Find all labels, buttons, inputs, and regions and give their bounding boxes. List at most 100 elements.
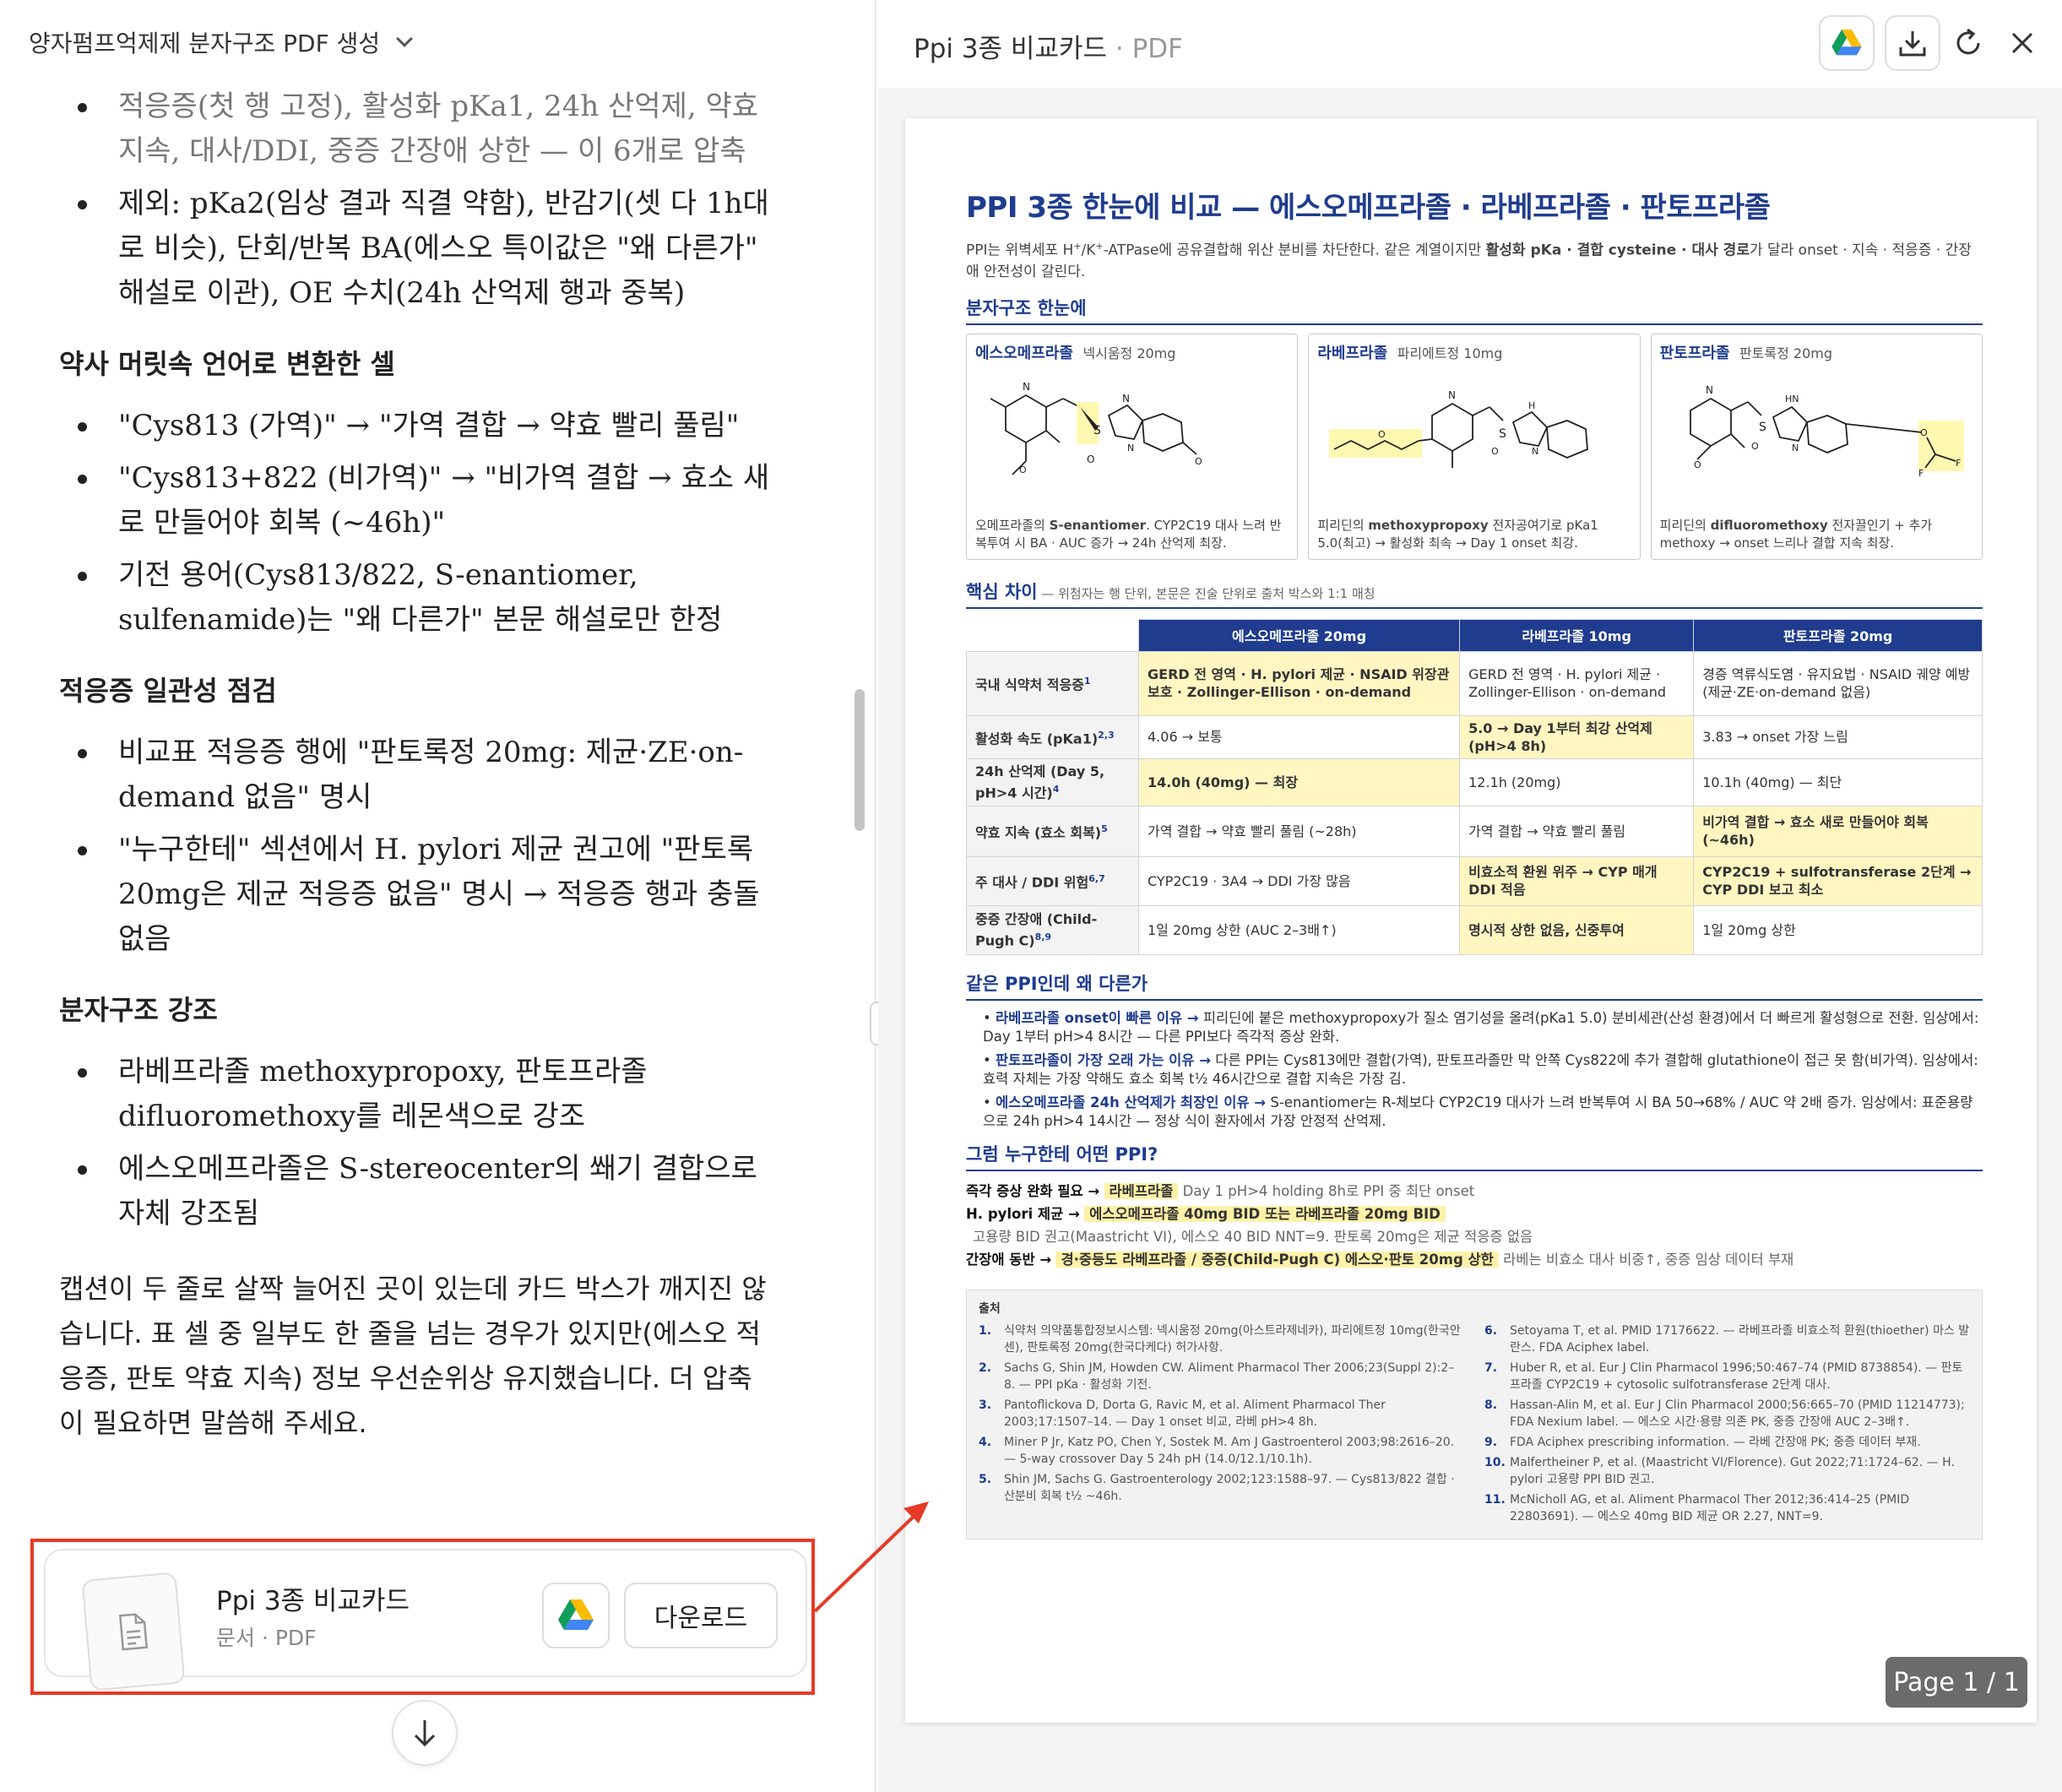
molecule-header: 에스오메프라졸 넥시움정 20mg	[975, 341, 1289, 363]
reference-text: Setoyama T, et al. PMID 17176622. — 라베프라…	[1510, 1323, 1970, 1355]
lead-text: -ATPase에 공유결합해 위산 분비를 차단한다. 같은 계열이지만	[1103, 242, 1486, 259]
reference-item: 9. FDA Aciphex prescribing information. —…	[1484, 1435, 1921, 1449]
molecule-card: 에스오메프라졸 넥시움정 20mg S O N N N O O 오메프라졸의 S…	[966, 333, 1299, 560]
table-cell: 명시적 상한 없음, 신중투여	[1459, 904, 1695, 955]
caption-bold: difluoromethoxy	[1710, 517, 1828, 533]
table-cell: 1일 20mg 상한 (AUC 2–3배↑)	[1137, 904, 1461, 955]
molecule-header: 라베프라졸 파리에트정 10mg	[1317, 341, 1631, 363]
download-button[interactable]: 다운로드	[624, 1583, 778, 1648]
citation-sup: 4	[1052, 783, 1060, 795]
table-header: 라베프라졸 10mg	[1459, 618, 1695, 652]
table-cell: GERD 전 영역 · H. pylori 제균 · NSAID 위장관 보호 …	[1137, 650, 1461, 716]
svg-text:O: O	[1019, 464, 1027, 475]
table-row: 국내 식약처 적응증1 GERD 전 영역 · H. pylori 제균 · N…	[966, 650, 1983, 716]
table-cell: 비효소적 환원 위주 → CYP 매개 DDI 적음	[1459, 855, 1695, 906]
viewer-title-text: Ppi 3종 비교카드	[914, 34, 1108, 64]
pdf-content: PPI 3종 한눈에 비교 — 에스오메프라졸 · 라베프라졸 · 판토프라졸 …	[966, 184, 1983, 1539]
list-item: "Cys813 (가역)" → "가역 결합 → 약효 빨리 풀림"	[59, 404, 777, 448]
save-to-drive-button[interactable]	[542, 1583, 610, 1648]
table-header: 에스오메프라졸 20mg	[1137, 618, 1461, 652]
document-thumbnail[interactable]	[81, 1572, 186, 1692]
who-list: 즉각 증상 완화 필요 → 라베프라졸 Day 1 pH>4 holding 8…	[966, 1180, 1983, 1271]
reference-item: 5. Shin JM, Sachs G. Gastroenterology 200…	[979, 1471, 1464, 1505]
molecule-caption: 오메프라졸의 S-enantiomer. CYP2C19 대사 느려 반복투여 …	[975, 517, 1289, 552]
who-pick: 경·중등도 라베프라졸 / 중증(Child-Pugh C) 에스오·판토 20…	[1055, 1251, 1499, 1268]
caption-text: 오메프라졸의	[975, 517, 1050, 533]
reference-text: Hassan-Alin M, et al. Eur J Clin Pharmac…	[1510, 1398, 1965, 1429]
list-item: 라베프라졸 methoxypropoxy, 판토프라졸 difluorometh…	[59, 1050, 777, 1139]
lead-bold: 활성화 pKa · 결합 cysteine · 대사 경로	[1485, 242, 1750, 259]
table-cell: 경증 역류식도염 · 유지요법 · NSAID 궤양 예방 (제균·ZE·on-…	[1693, 650, 1983, 716]
svg-text:O: O	[1694, 459, 1701, 470]
reload-button[interactable]	[1940, 15, 1996, 71]
viewer-drive-button[interactable]	[1819, 15, 1875, 71]
molecule-structure: S O N H N O	[1329, 389, 1589, 468]
row-label-text: 주 대사 / DDI 위험	[975, 874, 1089, 891]
reference-item: 1. 식약처 의약품통합정보시스템: 넥시움정 20mg(아스트라제네카), 파리…	[979, 1322, 1464, 1356]
pdf-page: PPI 3종 한눈에 비교 — 에스오메프라졸 · 라베프라졸 · 판토프라졸 …	[905, 118, 2037, 1723]
svg-text:O: O	[1751, 441, 1759, 452]
table-cell: 10.1h (40mg) — 최단	[1693, 758, 1983, 806]
bullet-list: 적응증(첫 행 고정), 활성화 pKa1, 24h 산억제, 약효 지속, 대…	[59, 84, 777, 316]
svg-text:O: O	[1920, 427, 1928, 438]
table-cell: CYP2C19 · 3A4 → DDI 가장 많음	[1137, 855, 1461, 906]
molecule-product: 넥시움정 20mg	[1083, 345, 1176, 361]
close-viewer-button[interactable]	[1994, 15, 2050, 71]
why-item: • 에스오메프라졸 24h 산억제가 최장인 이유 → S-enantiomer…	[983, 1094, 1973, 1129]
chat-panel: 양자펌프억제제 분자구조 PDF 생성 적응증(첫 행 고정), 활성화 pKa…	[0, 0, 876, 1792]
section-heading: 핵심 차이 — 위첨자는 행 단위, 본문은 진술 단위로 출처 박스와 1:1…	[966, 578, 1983, 609]
who-label: 간장애 동반 →	[966, 1251, 1052, 1268]
assistant-message: 적응증(첫 행 고정), 활성화 pKa1, 24h 산억제, 약효 지속, 대…	[59, 84, 777, 1446]
row-label: 약효 지속 (효소 회복)5	[966, 805, 1139, 857]
molecule-caption: 피리딘의 difluoromethoxy 전자끌인기 + 추가 methoxy …	[1660, 517, 1973, 552]
section-heading: 그럼 누구한테 어떤 PPI?	[966, 1141, 1983, 1171]
molecule-structure: S O N HN N O F F O	[1689, 384, 1964, 479]
who-label: H. pylori 제균 →	[966, 1205, 1080, 1222]
reference-item: 3. Pantoflickova D, Dorta G, Ravic M, et …	[979, 1397, 1464, 1431]
google-drive-icon	[1831, 30, 1862, 56]
viewer-download-button[interactable]	[1885, 15, 1940, 71]
svg-text:S: S	[1759, 421, 1766, 434]
reference-item: 11. McNicholl AG, et al. Aliment Pharmaco…	[1484, 1491, 1970, 1525]
document-icon	[118, 1613, 149, 1651]
who-item: 즉각 증상 완화 필요 → 라베프라졸 Day 1 pH>4 holding 8…	[966, 1180, 1983, 1203]
caption-text: 피리딘의	[1317, 517, 1369, 533]
row-label: 활성화 속도 (pKa1)2,3	[966, 714, 1139, 759]
row-label-text: 약효 지속 (효소 회복)	[975, 824, 1102, 841]
svg-text:N: N	[1023, 381, 1030, 393]
molecule-caption: 피리딘의 methoxypropoxy 전자공여기로 pKa1 5.0(최고) …	[1317, 517, 1631, 552]
citation-sup: 1	[1083, 676, 1091, 687]
svg-text:N: N	[1127, 443, 1134, 453]
attachment-name[interactable]: Ppi 3종 비교카드	[216, 1579, 410, 1617]
svg-text:S: S	[1093, 424, 1101, 437]
list-item: 비교표 적응증 행에 "판토록정 20mg: 제균·ZE·on-demand 없…	[59, 730, 777, 820]
reference-item: 2. Sachs G, Shin JM, Howden CW. Aliment P…	[979, 1360, 1464, 1393]
lead-text: /K	[1081, 242, 1096, 259]
who-pick: 에스오메프라졸 40mg BID 또는 라베프라졸 20mg BID	[1084, 1205, 1446, 1222]
scrollbar-thumb[interactable]	[855, 689, 865, 831]
conversation-title[interactable]: 양자펌프억제제 분자구조 PDF 생성	[29, 25, 414, 59]
table-row: 활성화 속도 (pKa1)2,3 4.06 → 보통 5.0 → Day 1부터…	[966, 714, 1983, 759]
svg-text:O: O	[1378, 429, 1386, 440]
closing-paragraph: 캡션이 두 줄로 살짝 늘어진 곳이 있는데 카드 박스가 깨지진 않습니다. …	[59, 1273, 767, 1439]
table-row: 주 대사 / DDI 위험6,7 CYP2C19 · 3A4 → DDI 가장 …	[966, 855, 1983, 906]
reference-text: Sachs G, Shin JM, Howden CW. Aliment Pha…	[1004, 1360, 1455, 1392]
list-item: 에스오메프라졸은 S-stereocenter의 쐐기 결합으로 자체 강조됨	[59, 1147, 777, 1236]
chevron-down-icon[interactable]	[396, 30, 414, 47]
scroll-to-bottom-button[interactable]	[392, 1700, 458, 1766]
google-drive-icon	[558, 1599, 594, 1630]
reference-text: Miner P Jr, Katz PO, Chen Y, Sostek M. A…	[1004, 1435, 1455, 1466]
svg-text:S: S	[1499, 427, 1506, 441]
caption-text: 피리딘의	[1659, 517, 1711, 533]
attachment-card[interactable]: Ppi 3종 비교카드 문서 · PDF 다운로드	[44, 1549, 807, 1692]
pdf-title: PPI 3종 한눈에 비교 — 에스오메프라졸 · 라베프라졸 · 판토프라졸	[966, 191, 1771, 225]
table-header-row: 에스오메프라졸 20mg 라베프라졸 10mg 판토프라졸 20mg	[966, 618, 1983, 652]
svg-text:HN: HN	[1785, 394, 1799, 405]
who-item: 고용량 BID 권고(Maastricht VI), 에스오 40 BID NN…	[966, 1225, 1983, 1248]
why-head: 에스오메프라졸 24h 산억제가 최장인 이유 →	[995, 1094, 1267, 1110]
table-cell: 비가역 결합 → 효소 새로 만들어야 회복 (~46h)	[1693, 805, 1983, 857]
reference-text: Malfertheiner P, et al. (Maastricht VI/F…	[1510, 1455, 1955, 1486]
citation-sup: 6,7	[1088, 873, 1105, 885]
references-column: 6. Setoyama T, et al. PMID 17176622. — 라베…	[1484, 1322, 1970, 1529]
table-cell: GERD 전 영역 · H. pylori 제균 · Zollinger-Ell…	[1459, 650, 1695, 716]
